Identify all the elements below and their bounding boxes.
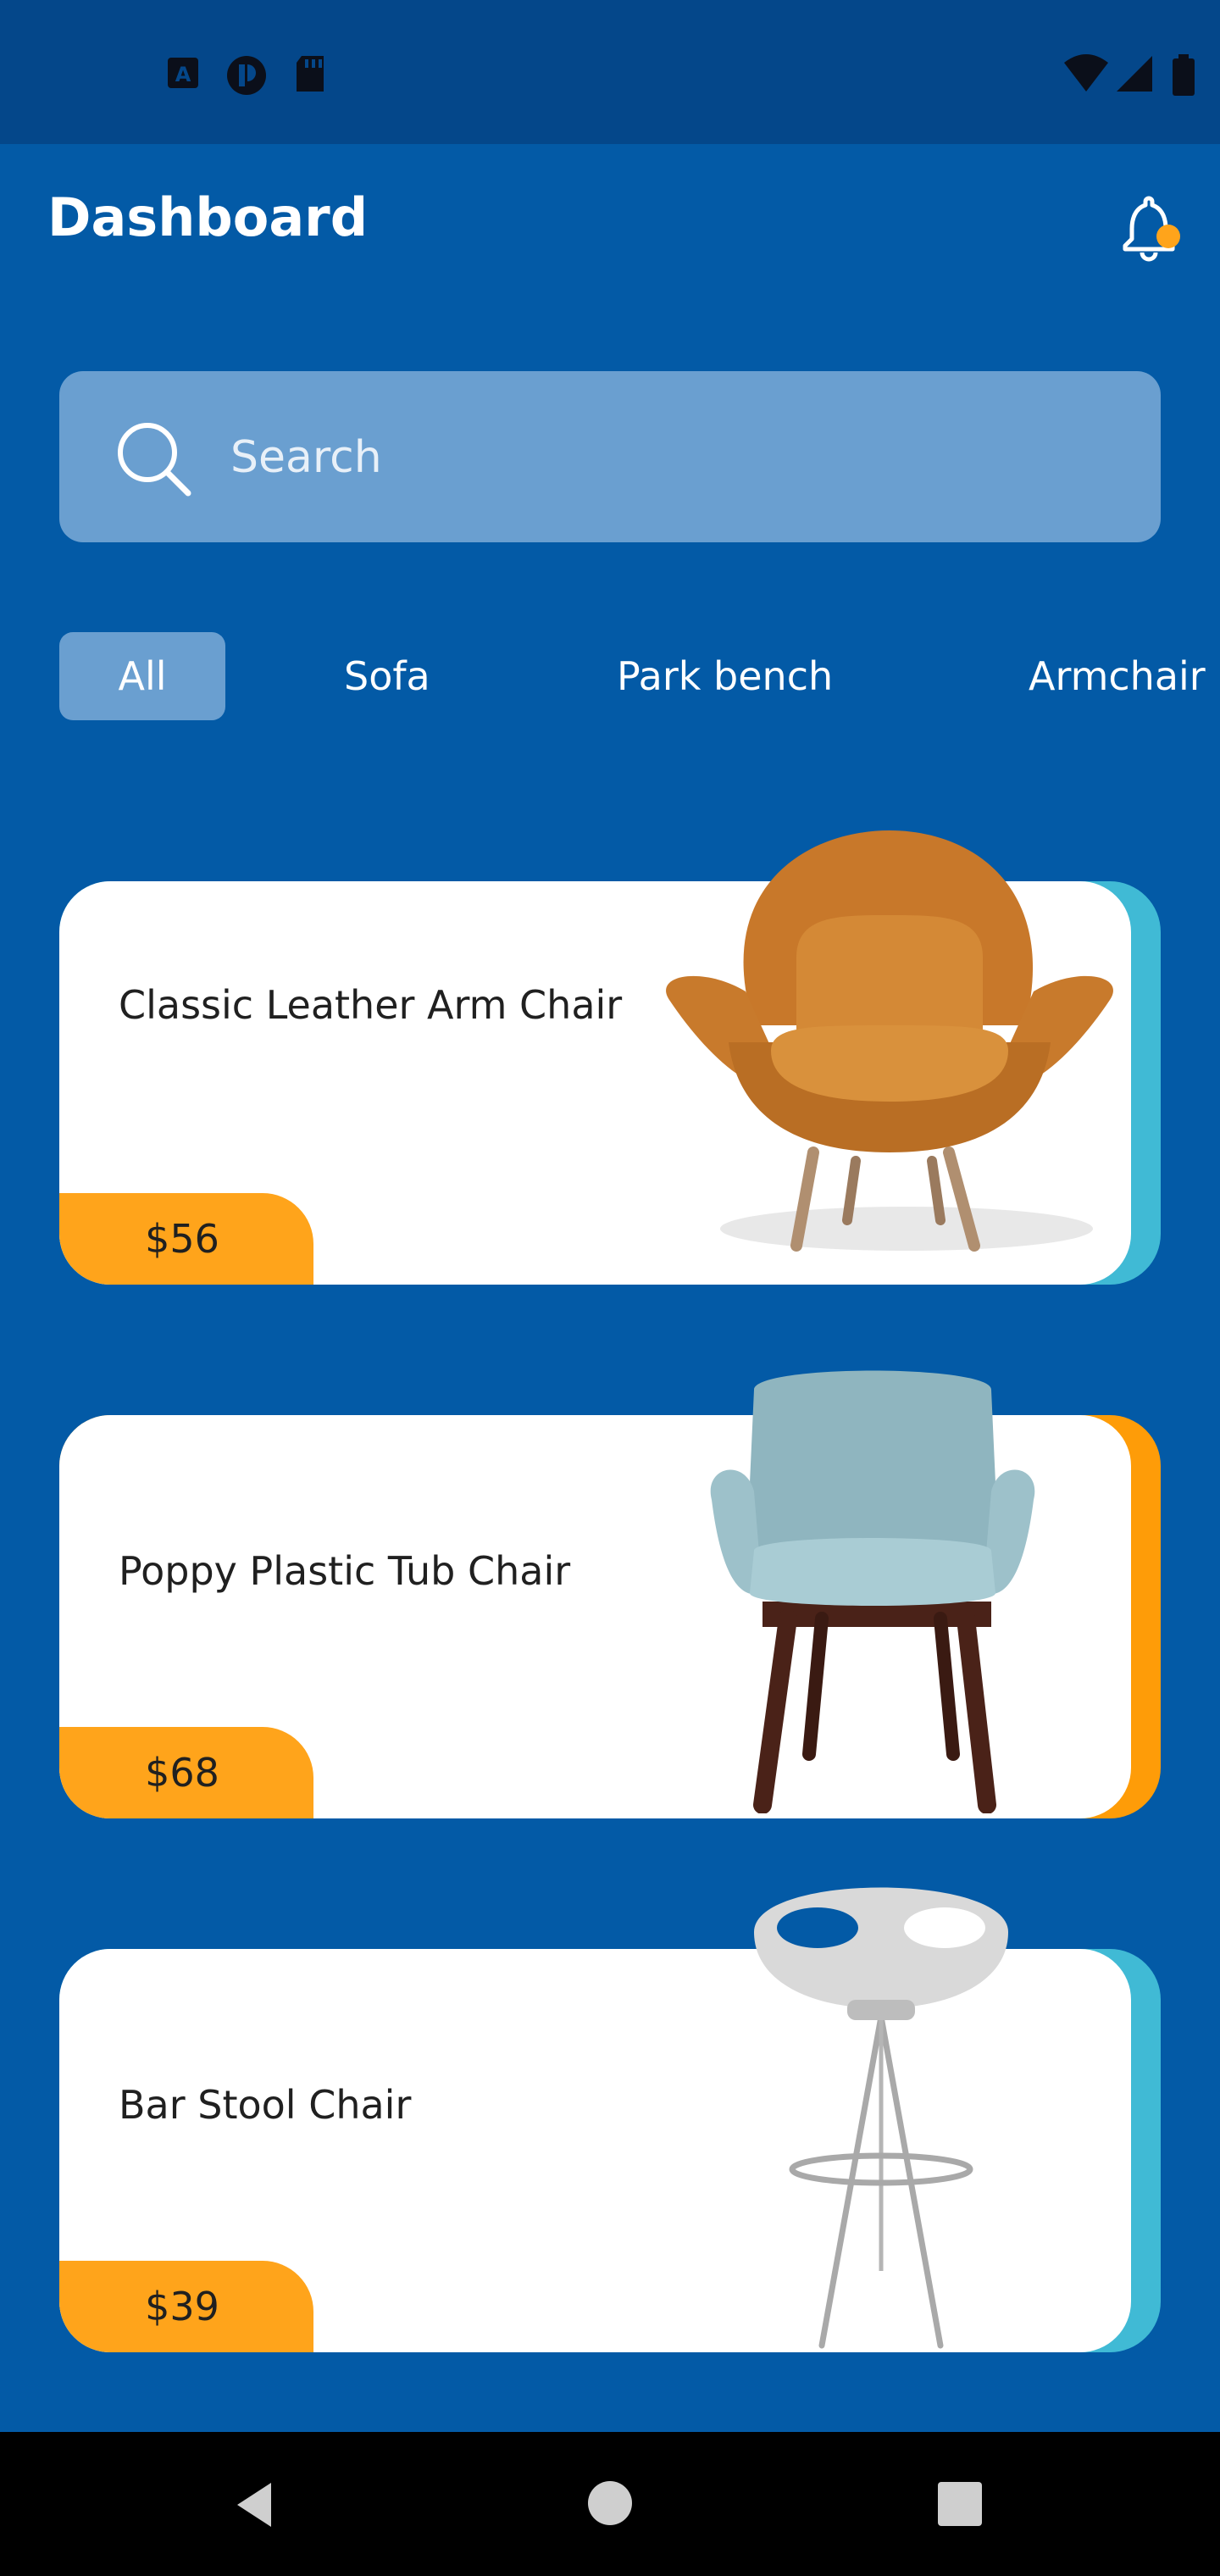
product-name: Poppy Plastic Tub Chair bbox=[119, 1548, 571, 1594]
battery-icon bbox=[1173, 54, 1195, 96]
notification-dot bbox=[1156, 225, 1180, 248]
bar-stool-image bbox=[754, 1887, 1008, 2349]
tub-chair-image bbox=[710, 1370, 1035, 1813]
wifi-icon bbox=[1064, 54, 1108, 92]
search-icon bbox=[118, 423, 191, 497]
sd-card-icon bbox=[297, 56, 324, 92]
armchair-image bbox=[666, 830, 1113, 1252]
home-button[interactable] bbox=[542, 2432, 678, 2576]
back-icon bbox=[237, 2483, 271, 2527]
price-tag: $56 bbox=[59, 1193, 313, 1285]
product-card[interactable]: Poppy Plastic Tub Chair $68 bbox=[59, 1370, 1161, 1818]
category-tab-all[interactable]: All bbox=[59, 632, 225, 720]
product-name: Classic Leather Arm Chair bbox=[119, 982, 623, 1028]
navigation-bar bbox=[0, 2432, 1220, 2576]
recents-icon bbox=[938, 2482, 982, 2526]
product-name: Bar Stool Chair bbox=[119, 2082, 412, 2128]
recents-button[interactable] bbox=[893, 2432, 1029, 2576]
category-tab-sofa[interactable]: Sofa bbox=[344, 632, 430, 720]
back-button[interactable] bbox=[186, 2432, 322, 2576]
search-input[interactable] bbox=[229, 405, 1130, 510]
product-card[interactable]: Classic Leather Arm Chair $56 bbox=[59, 830, 1161, 1285]
category-tab-park-bench[interactable]: Park bench bbox=[617, 632, 833, 720]
search-box[interactable] bbox=[59, 371, 1161, 542]
svg-text:A: A bbox=[175, 63, 191, 86]
status-bar: A bbox=[0, 0, 1220, 144]
price-tag: $68 bbox=[59, 1727, 313, 1818]
page-title: Dashboard bbox=[47, 186, 369, 248]
notification-button[interactable] bbox=[1115, 195, 1183, 263]
app-notification-icon bbox=[227, 56, 266, 95]
category-tabs: All Sofa Park bench Armchair bbox=[0, 632, 1220, 720]
home-icon bbox=[588, 2481, 632, 2525]
price-tag: $39 bbox=[59, 2261, 313, 2352]
a-notification-icon: A bbox=[168, 58, 198, 88]
category-tab-armchair[interactable]: Armchair bbox=[1029, 632, 1206, 720]
signal-icon bbox=[1117, 56, 1152, 92]
product-card[interactable]: Bar Stool Chair $39 bbox=[59, 1887, 1161, 2352]
